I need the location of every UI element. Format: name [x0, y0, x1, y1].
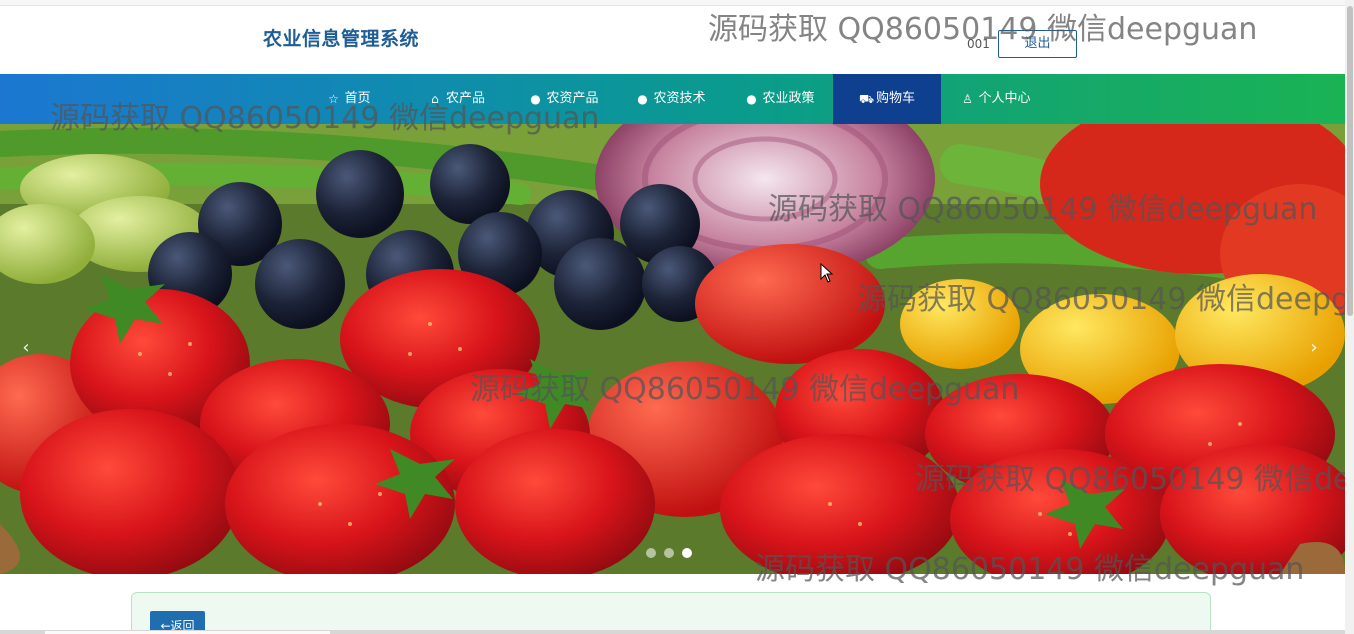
question-icon: ●	[637, 92, 648, 106]
nav-item-label: 农业政策	[762, 91, 815, 106]
logout-button[interactable]: 退出	[998, 30, 1077, 58]
nav-item-profile[interactable]: ♙ 个人中心	[955, 74, 1037, 124]
info-icon: ●	[746, 92, 757, 106]
carousel-prev-button[interactable]: ‹	[12, 334, 40, 362]
carousel-indicators	[646, 548, 692, 558]
header: 农业信息管理系统 001 退出	[0, 6, 1345, 74]
carousel-next-button[interactable]: ›	[1300, 334, 1328, 362]
nav-item-products[interactable]: ⌂ 农产品	[419, 74, 495, 124]
star-icon: ☆	[328, 92, 339, 106]
banner-carousel[interactable]	[0, 124, 1345, 574]
page: 农业信息管理系统 001 退出 ☆ 首页 ⌂ 农产品 ● 农资产品 ● 农资技术…	[0, 0, 1345, 634]
carousel-dot-active[interactable]	[682, 548, 692, 558]
content-panel	[131, 592, 1211, 634]
carousel-dot[interactable]	[664, 548, 674, 558]
banner-image	[0, 124, 1345, 574]
nav-item-label: 个人中心	[978, 91, 1031, 106]
site-title: 农业信息管理系统	[263, 28, 420, 50]
user-icon: ♙	[962, 92, 973, 106]
nav-item-agri-supplies[interactable]: ● 农资产品	[522, 74, 606, 124]
mouse-cursor-icon	[820, 263, 834, 283]
cart-icon: ⛟	[858, 92, 875, 106]
nav-item-label: 农资产品	[546, 91, 599, 106]
nav-item-policy[interactable]: ● 农业政策	[738, 74, 822, 124]
info-icon: ●	[530, 92, 541, 106]
nav-item-label: 农资技术	[653, 91, 706, 106]
carousel-dot[interactable]	[646, 548, 656, 558]
nav-item-label: 首页	[344, 91, 371, 106]
bag-icon: ⌂	[431, 92, 439, 106]
scrollbar-thumb[interactable]	[1347, 6, 1353, 316]
nav-item-agri-tech[interactable]: ● 农资技术	[630, 74, 712, 124]
nav-item-home[interactable]: ☆ 首页	[318, 74, 380, 124]
username: 001	[967, 37, 990, 51]
nav-item-label: 农产品	[445, 91, 485, 106]
main-nav: ☆ 首页 ⌂ 农产品 ● 农资产品 ● 农资技术 ● 农业政策 ⛟ 购物车 ♙ …	[0, 74, 1345, 124]
nav-item-cart[interactable]: ⛟ 购物车	[833, 74, 941, 124]
nav-item-label: 购物车	[875, 91, 915, 106]
